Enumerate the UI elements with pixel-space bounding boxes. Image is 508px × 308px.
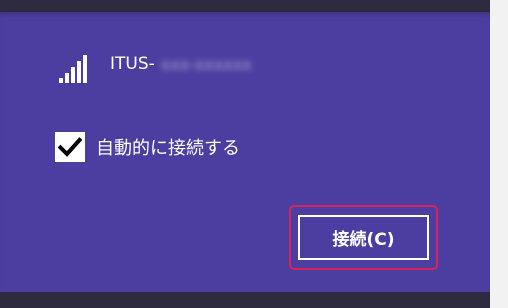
top-dark-band [0,0,490,12]
auto-connect-checkbox[interactable] [55,132,85,162]
bottom-dark-band [0,292,490,308]
auto-connect-label: 自動的に接続する [96,138,240,159]
wifi-signal-icon [59,55,87,83]
auto-connect-row[interactable]: 自動的に接続する [55,132,240,162]
network-name-row[interactable]: ITUS- xxx-xxxxxx [110,50,252,78]
network-name-obscured: xxx-xxxxxx [160,54,252,74]
connect-button[interactable]: 接続(C) [298,215,429,260]
page-edge [490,0,508,308]
network-name: ITUS- [110,54,155,74]
checkmark-icon [58,137,82,157]
